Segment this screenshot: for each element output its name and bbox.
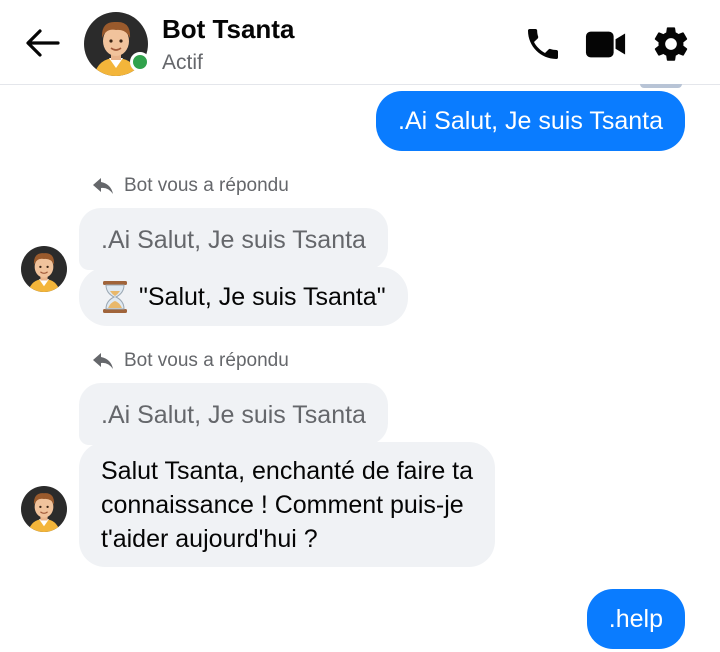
reply-indicator-label: Bot vous a répondu xyxy=(124,175,289,196)
gear-icon xyxy=(654,27,688,61)
quoted-message-text: .Ai Salut, Je suis Tsanta xyxy=(101,401,366,429)
quoted-message-bubble[interactable]: .Ai Salut, Je suis Tsanta xyxy=(79,208,388,270)
quoted-message-text: .Ai Salut, Je suis Tsanta xyxy=(101,226,366,254)
settings-button[interactable] xyxy=(650,23,692,65)
chat-header: Bot Tsanta Actif xyxy=(0,0,720,85)
message-text-line: Salut Tsanta, enchanté de faire ta xyxy=(101,457,474,485)
reply-arrow-icon xyxy=(93,178,113,194)
video-call-button[interactable] xyxy=(585,23,627,65)
arrow-left-icon xyxy=(26,29,60,57)
message-text-line: t'aider aujourd'hui ? xyxy=(101,525,318,553)
reply-indicator: Bot vous a répondu xyxy=(92,350,289,372)
message-text-line: connaissance ! Comment puis-je xyxy=(101,491,464,519)
previous-message-edge xyxy=(640,84,682,88)
hourglass-emoji-icon xyxy=(103,280,127,313)
incoming-message-bubble[interactable]: Salut Tsanta, enchanté de faire ta conna… xyxy=(79,442,496,567)
incoming-message-bubble[interactable]: "Salut, Je suis Tsanta" xyxy=(79,267,408,326)
bot-avatar[interactable] xyxy=(21,246,67,292)
outgoing-message-bubble[interactable]: .Ai Salut, Je suis Tsanta xyxy=(376,91,685,151)
back-button[interactable] xyxy=(22,25,62,61)
reply-arrow-icon xyxy=(93,353,113,369)
video-camera-icon xyxy=(585,31,626,58)
contact-name[interactable]: Bot Tsanta xyxy=(162,14,294,45)
outgoing-message-bubble[interactable]: .help xyxy=(586,589,685,649)
quoted-message-bubble[interactable]: .Ai Salut, Je suis Tsanta xyxy=(79,383,388,445)
contact-status: Actif xyxy=(162,51,203,74)
online-status-dot xyxy=(130,52,150,72)
reply-indicator-label: Bot vous a répondu xyxy=(124,350,289,371)
message-text: .Ai Salut, Je suis Tsanta xyxy=(398,107,663,135)
call-button[interactable] xyxy=(522,23,564,65)
bot-avatar[interactable] xyxy=(21,486,67,532)
message-text: "Salut, Je suis Tsanta" xyxy=(139,282,386,311)
message-list[interactable]: .Ai Salut, Je suis Tsanta Bot vous a rép… xyxy=(0,84,720,652)
phone-icon xyxy=(528,29,558,59)
reply-indicator: Bot vous a répondu xyxy=(92,175,289,197)
message-text: .help xyxy=(608,605,663,633)
